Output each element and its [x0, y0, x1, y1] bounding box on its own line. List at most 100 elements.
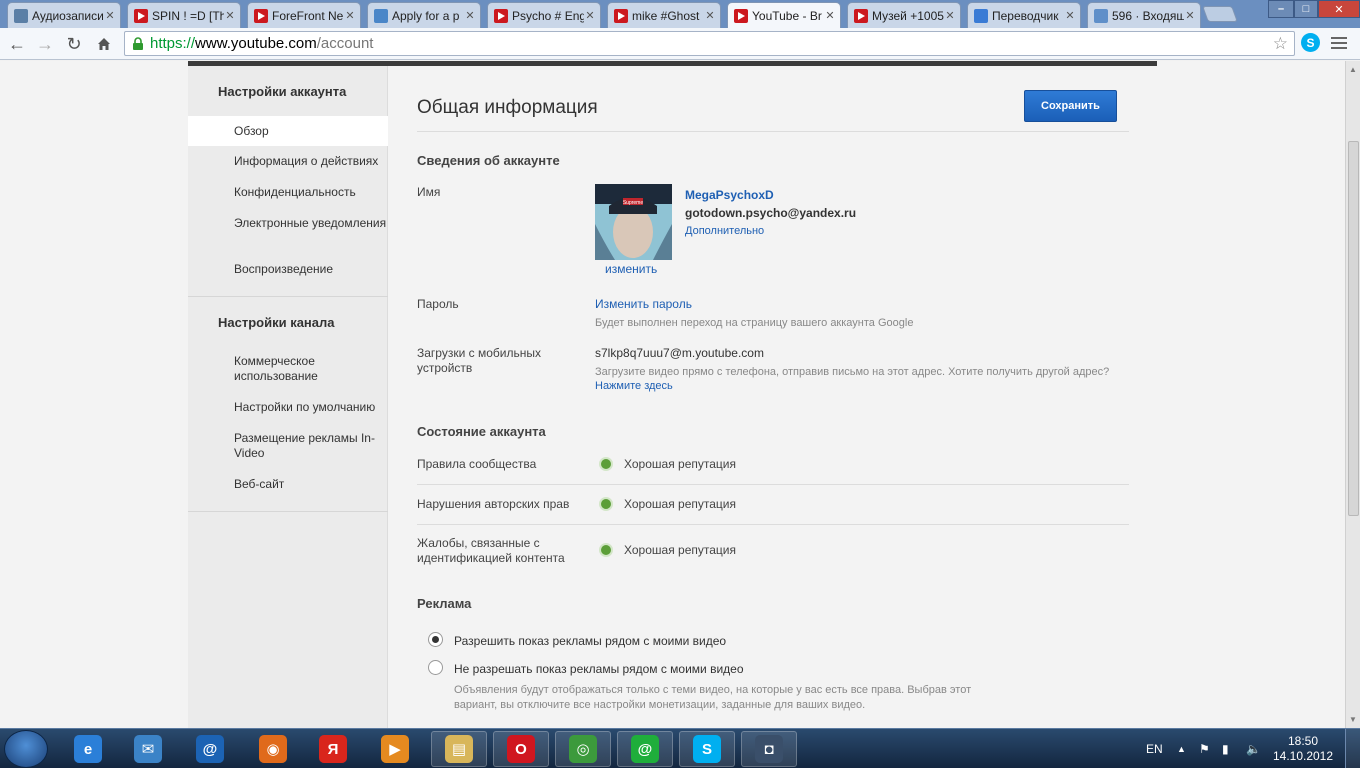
- page-scrollbar[interactable]: ▲ ▼: [1345, 61, 1360, 728]
- url-host: www.youtube.com: [195, 35, 317, 52]
- sidebar-item-email-notifications[interactable]: Электронные уведомления: [188, 216, 388, 231]
- browser-tab-strip: Аудиозаписи ✕ SPIN ! =D [Th ✕ ForeFront Ne ✕ A…: [0, 0, 1360, 28]
- reload-icon[interactable]: ↻: [62, 32, 86, 56]
- taskbar-app-button[interactable]: O: [493, 731, 549, 767]
- browser-tab[interactable]: Apply for a p ✕: [367, 2, 481, 28]
- window-minimize-button[interactable]: –: [1268, 0, 1294, 18]
- system-clock[interactable]: 18:50 14.10.2012: [1268, 734, 1338, 764]
- sidebar-item-invideo-ads[interactable]: Размещение рекламы In-Video: [188, 431, 388, 461]
- avatar-cap-text: Supreme: [623, 200, 644, 206]
- clock-date: 14.10.2012: [1272, 749, 1334, 763]
- network-icon[interactable]: ▮: [1222, 729, 1229, 768]
- ads-deny-label[interactable]: Не разрешать показ рекламы рядом с моими…: [454, 662, 744, 676]
- scroll-down-icon[interactable]: ▼: [1349, 715, 1357, 724]
- explorer-folder-icon: ▤: [445, 735, 473, 763]
- address-bar[interactable]: https://www.youtube.com/account ☆: [124, 31, 1295, 56]
- change-password-link[interactable]: Изменить пароль: [595, 297, 692, 311]
- save-button[interactable]: Сохранить: [1024, 90, 1117, 122]
- browser-tab[interactable]: Музей +1005 ✕: [847, 2, 961, 28]
- tab-close-icon[interactable]: ✕: [224, 9, 236, 22]
- mobile-upload-address: s7lkp8q7uuu7@m.youtube.com: [595, 346, 764, 360]
- skype-extension-icon[interactable]: S: [1301, 33, 1320, 52]
- taskbar-app-button[interactable]: @: [182, 731, 238, 767]
- back-icon[interactable]: ←: [5, 32, 29, 56]
- url-scheme: https://: [150, 35, 196, 52]
- tab-close-icon[interactable]: ✕: [584, 9, 596, 22]
- avatar[interactable]: Supreme: [595, 184, 672, 260]
- scroll-up-icon[interactable]: ▲: [1349, 65, 1357, 74]
- page-content: Настройки аккаунта Обзор Информация о де…: [0, 61, 1345, 728]
- tab-close-icon[interactable]: ✕: [104, 9, 116, 22]
- forefront-icon: [374, 8, 388, 23]
- username-link[interactable]: MegaPsychoxD: [685, 188, 774, 202]
- browser-tab[interactable]: SPIN ! =D [Th ✕: [127, 2, 241, 28]
- title-divider: [417, 131, 1129, 132]
- mobile-uploads-label: Загрузки с мобильных устройств: [417, 346, 541, 375]
- media-player-icon: ▶: [381, 735, 409, 763]
- tray-expand-icon[interactable]: ▲: [1177, 729, 1186, 768]
- browser-tab[interactable]: ForeFront Ne ✕: [247, 2, 361, 28]
- tab-close-icon[interactable]: ✕: [824, 9, 836, 22]
- status-divider: [417, 524, 1129, 525]
- ads-allow-label[interactable]: Разрешить показ рекламы рядом с моими ви…: [454, 634, 726, 648]
- windows-taskbar: e ✉ @ ◉ Я ▶ ▤ O ◎ @ S ◘ EN ▲ ⚑ ▮ 🔈 18:50 14.10.2012: [0, 728, 1360, 768]
- window-maximize-button[interactable]: □: [1294, 0, 1318, 18]
- action-center-icon[interactable]: ⚑: [1199, 729, 1210, 768]
- sidebar-item-playback[interactable]: Воспроизведение: [188, 262, 388, 277]
- forward-icon[interactable]: →: [33, 32, 57, 56]
- ads-allow-radio[interactable]: [428, 632, 443, 647]
- sidebar-item-activity[interactable]: Информация о действиях: [188, 154, 388, 169]
- tab-close-icon[interactable]: ✕: [1064, 9, 1076, 22]
- status-good-icon: [599, 457, 613, 471]
- sidebar-item-privacy[interactable]: Конфиденциальность: [188, 185, 388, 200]
- ads-heading: Реклама: [417, 596, 472, 611]
- bookmark-star-icon[interactable]: ☆: [1273, 34, 1288, 54]
- browser-tab[interactable]: Аудиозаписи ✕: [7, 2, 121, 28]
- taskbar-app-button[interactable]: ◎: [555, 731, 611, 767]
- tab-close-icon[interactable]: ✕: [344, 9, 356, 22]
- volume-icon[interactable]: 🔈: [1246, 729, 1261, 768]
- browser-tab-title: Аудиозаписи: [32, 8, 104, 23]
- home-icon[interactable]: [92, 32, 116, 56]
- account-info-heading: Сведения об аккаунте: [417, 153, 560, 168]
- youtube-icon: [734, 8, 748, 23]
- ads-deny-radio[interactable]: [428, 660, 443, 675]
- new-tab-button[interactable]: [1202, 6, 1238, 22]
- browser-tab[interactable]: YouTube - Br ✕: [727, 2, 841, 28]
- tab-close-icon[interactable]: ✕: [944, 9, 956, 22]
- change-avatar-link[interactable]: изменить: [605, 262, 657, 276]
- browser-tab[interactable]: Переводчик ✕: [967, 2, 1081, 28]
- window-close-button[interactable]: ✕: [1318, 0, 1360, 18]
- more-info-link[interactable]: Дополнительно: [685, 225, 764, 237]
- taskbar-app-button[interactable]: ◘: [741, 731, 797, 767]
- tab-close-icon[interactable]: ✕: [704, 9, 716, 22]
- taskbar-app-button[interactable]: ▶: [367, 731, 423, 767]
- get-new-address-link[interactable]: Нажмите здесь: [595, 380, 673, 392]
- sidebar-item-website[interactable]: Веб-сайт: [188, 477, 388, 492]
- browser-menu-icon[interactable]: [1328, 32, 1350, 54]
- taskbar-app-button[interactable]: ✉: [120, 731, 176, 767]
- taskbar-app-button[interactable]: ▤: [431, 731, 487, 767]
- show-desktop-button[interactable]: [1345, 729, 1360, 768]
- language-indicator[interactable]: EN: [1146, 729, 1163, 768]
- browser-tab[interactable]: mike #Ghost ✕: [607, 2, 721, 28]
- taskbar-app-button[interactable]: ◉: [245, 731, 301, 767]
- browser-tab-title: YouTube - Br: [752, 8, 822, 23]
- taskbar-app-button[interactable]: S: [679, 731, 735, 767]
- tab-close-icon[interactable]: ✕: [1184, 9, 1196, 22]
- vk-audio-icon: [14, 8, 28, 23]
- page-title: Общая информация: [417, 97, 598, 118]
- sidebar-item-defaults[interactable]: Настройки по умолчанию: [188, 400, 388, 415]
- browser-tab-title: Psycho # Eng: [512, 8, 584, 23]
- browser-tab[interactable]: Psycho # Eng ✕: [487, 2, 601, 28]
- taskbar-app-button[interactable]: Я: [305, 731, 361, 767]
- tab-close-icon[interactable]: ✕: [464, 9, 476, 22]
- sidebar-item-overview[interactable]: Обзор: [188, 116, 388, 146]
- start-button[interactable]: [4, 730, 48, 768]
- taskbar-app-button[interactable]: e: [60, 731, 116, 767]
- sidebar-item-commercial[interactable]: Коммерческое использование: [188, 354, 388, 384]
- browser-tab[interactable]: 596 · Входящ ✕: [1087, 2, 1201, 28]
- scroll-thumb[interactable]: [1348, 141, 1359, 516]
- at-mail-icon: @: [196, 735, 224, 763]
- taskbar-app-button[interactable]: @: [617, 731, 673, 767]
